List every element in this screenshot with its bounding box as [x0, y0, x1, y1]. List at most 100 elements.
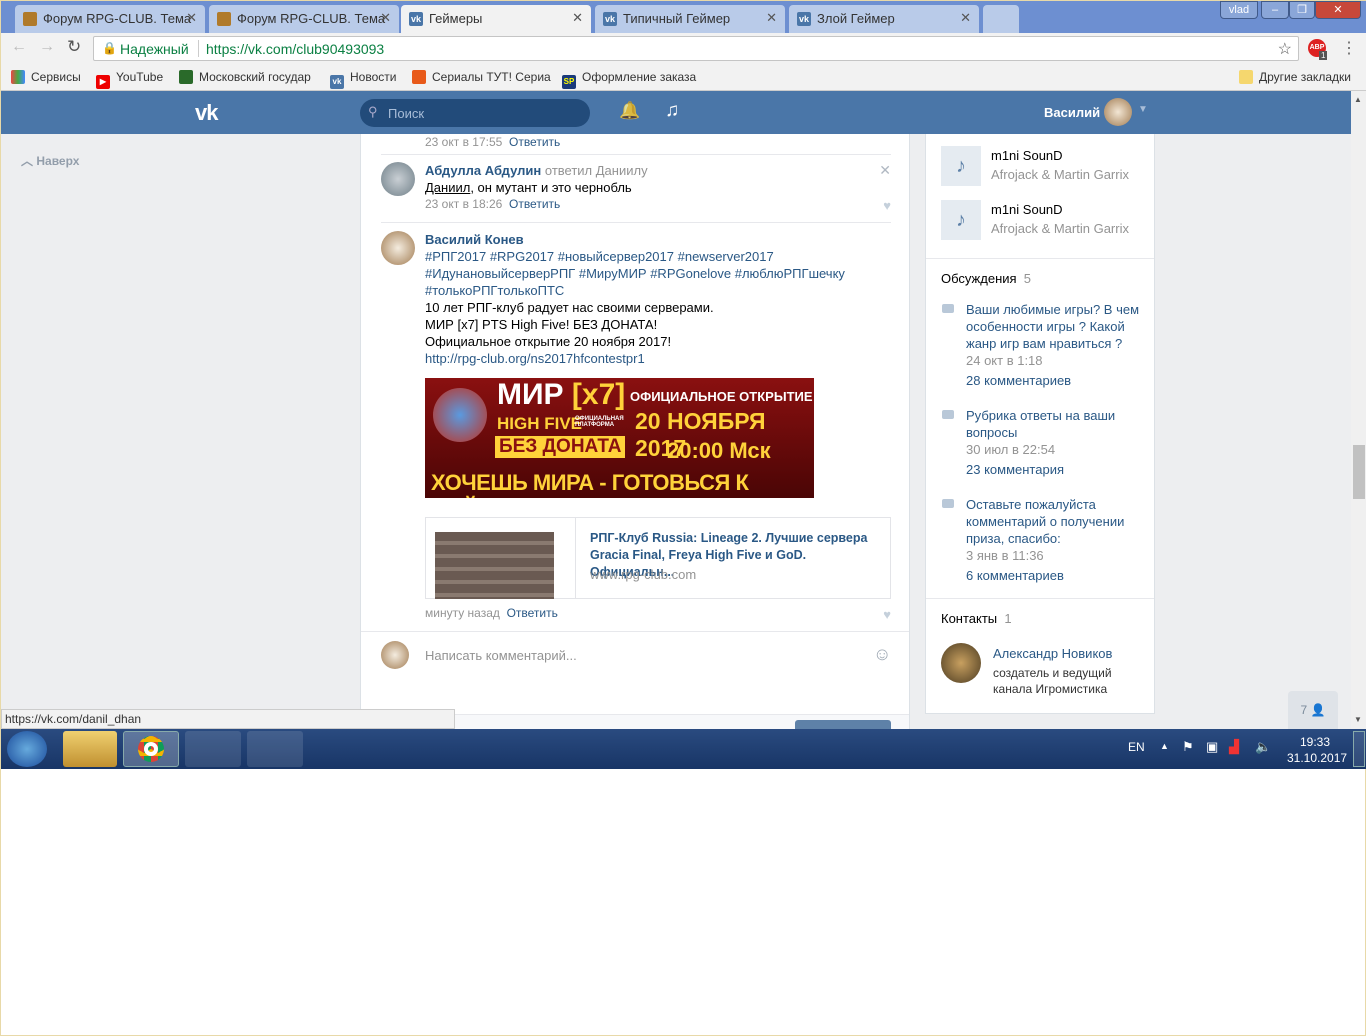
- close-window-button[interactable]: ✕: [1315, 1, 1361, 19]
- banner-opening: ОФИЦИАЛЬНОЕ ОТКРЫТИЕ: [630, 389, 813, 404]
- power-plug-icon[interactable]: ▣: [1206, 739, 1218, 755]
- bookmark-order[interactable]: SP Оформление заказа: [562, 70, 696, 89]
- scrollbar[interactable]: ▲ ▼: [1351, 91, 1366, 729]
- avatar[interactable]: [1104, 98, 1132, 126]
- emoji-icon[interactable]: ☺: [873, 644, 891, 665]
- user-name[interactable]: Василий: [1044, 105, 1100, 120]
- online-friends-button[interactable]: 7 👤: [1288, 691, 1338, 729]
- close-icon[interactable]: ✕: [960, 10, 971, 26]
- discussion-comments[interactable]: 6 комментариев: [966, 567, 1146, 584]
- reply-link[interactable]: Ответить: [509, 197, 560, 211]
- close-icon[interactable]: ✕: [572, 10, 583, 26]
- bookmark-apps[interactable]: Сервисы: [11, 70, 81, 84]
- contacts-header[interactable]: Контакты 1: [941, 611, 1012, 626]
- comment-author[interactable]: Василий Конев: [425, 231, 845, 248]
- discussion-title[interactable]: Рубрика ответы на ваши вопросы: [966, 407, 1126, 441]
- tab-gamers[interactable]: vk Геймеры ✕: [401, 5, 591, 33]
- mention-link[interactable]: Даниил: [425, 180, 470, 195]
- music-note-icon[interactable]: ♪: [941, 146, 981, 186]
- discussion-comments[interactable]: 23 комментария: [966, 461, 1126, 478]
- close-icon[interactable]: ✕: [186, 10, 197, 26]
- tab-angry-gamer[interactable]: vk Злой Геймер ✕: [789, 5, 979, 33]
- restore-button[interactable]: ❐: [1289, 1, 1315, 19]
- other-bookmarks[interactable]: Другие закладки: [1239, 70, 1351, 84]
- comment-abdulin: Абдулла Абдулин ответил Даниилу Даниил, …: [381, 162, 891, 222]
- divider: [575, 518, 576, 598]
- discussions-header[interactable]: Обсуждения 5: [941, 271, 1031, 286]
- volume-icon[interactable]: 🔈: [1255, 739, 1271, 755]
- tab-typical-gamer[interactable]: vk Типичный Геймер ✕: [595, 5, 785, 33]
- language-indicator[interactable]: EN: [1128, 740, 1145, 754]
- banner-image[interactable]: МИР [x7] HIGH FIVE ОФИЦИАЛЬНАЯ ПЛАТФОРМА…: [425, 378, 814, 498]
- forward-icon[interactable]: →: [39, 38, 55, 56]
- vk-logo[interactable]: vk: [195, 100, 219, 126]
- audio-artist[interactable]: Afrojack & Martin Garrix: [991, 221, 1129, 236]
- music-icon[interactable]: ♫: [665, 100, 679, 122]
- clock-date[interactable]: 31.10.2017: [1287, 751, 1347, 765]
- explorer-taskbar-icon[interactable]: [63, 731, 117, 767]
- tab-forum-1[interactable]: Форум RPG-CLUB. Тема ✕: [15, 5, 205, 33]
- discussion-comments[interactable]: 28 комментариев: [966, 372, 1146, 389]
- avatar[interactable]: [381, 231, 415, 265]
- scroll-thumb[interactable]: [1353, 445, 1365, 499]
- link-card[interactable]: РПГ-Клуб Russia: Lineage 2. Лучшие серве…: [425, 517, 891, 599]
- discussion-title[interactable]: Оставьте пожалуйста комментарий о получе…: [966, 496, 1146, 547]
- search-input[interactable]: ⚲ Поиск: [360, 99, 590, 127]
- card-thumbnail: [435, 532, 554, 599]
- contact-name[interactable]: Александр Новиков: [993, 646, 1112, 661]
- action-center-flag-icon[interactable]: ⚑: [1182, 739, 1194, 755]
- hashtags[interactable]: #толькоРПГтолькоПТС: [425, 282, 845, 299]
- close-icon[interactable]: ✕: [766, 10, 777, 26]
- music-note-icon[interactable]: ♪: [941, 200, 981, 240]
- star-icon[interactable]: ☆: [1278, 39, 1292, 59]
- paint-taskbar-icon[interactable]: [247, 731, 303, 767]
- url-text[interactable]: https://vk.com/club90493093: [206, 41, 384, 57]
- bookmark-news[interactable]: vk Новости: [330, 70, 396, 89]
- comment-input[interactable]: Написать комментарий...: [425, 648, 577, 663]
- clock-time[interactable]: 19:33: [1300, 735, 1330, 749]
- bookmark-youtube[interactable]: ▶ YouTube: [96, 70, 163, 89]
- address-bar[interactable]: 🔒 Надежный https://vk.com/club90493093 ☆: [93, 36, 1299, 61]
- tab-forum-2[interactable]: Форум RPG-CLUB. Тема ✕: [209, 5, 399, 33]
- tab-title: Злой Геймер: [817, 11, 895, 26]
- discussion-title[interactable]: Ваши любимые игры? В чем особенности игр…: [966, 301, 1146, 352]
- network-disconnected-icon[interactable]: ▟: [1229, 739, 1239, 755]
- close-icon[interactable]: ✕: [380, 10, 391, 26]
- new-tab-button[interactable]: [983, 5, 1019, 33]
- scroll-down-arrow[interactable]: ▼: [1354, 715, 1362, 724]
- start-button[interactable]: [7, 731, 47, 767]
- reload-icon[interactable]: ↻: [67, 37, 81, 57]
- divider: [198, 40, 199, 57]
- adblock-count: 1: [1319, 51, 1328, 60]
- bell-icon[interactable]: 🔔: [619, 101, 640, 121]
- reply-link[interactable]: Ответить: [507, 606, 558, 620]
- bookmark-msu[interactable]: Московский государ: [179, 70, 311, 84]
- heart-icon[interactable]: ♥: [883, 607, 891, 622]
- notepad-taskbar-icon[interactable]: [185, 731, 241, 767]
- show-desktop-button[interactable]: [1353, 731, 1365, 767]
- minimize-button[interactable]: –: [1261, 1, 1289, 19]
- back-to-top[interactable]: ︿ Наверх: [21, 152, 79, 169]
- chrome-taskbar-icon[interactable]: [123, 731, 179, 767]
- hashtags[interactable]: #ИдунановыйсерверРПГ #МируМИР #RPGonelov…: [425, 265, 845, 282]
- avatar[interactable]: [381, 162, 415, 196]
- back-icon[interactable]: ←: [11, 38, 27, 56]
- send-button[interactable]: [795, 720, 891, 729]
- audio-artist[interactable]: Afrojack & Martin Garrix: [991, 167, 1129, 182]
- contact-avatar[interactable]: [941, 643, 981, 683]
- comment-author[interactable]: Абдулла Абдулин: [425, 163, 541, 178]
- reply-target[interactable]: ответил Даниилу: [545, 163, 648, 178]
- chevron-down-icon[interactable]: ▼: [1138, 104, 1148, 115]
- profile-badge[interactable]: vlad: [1220, 1, 1258, 19]
- scroll-up-arrow[interactable]: ▲: [1354, 95, 1362, 104]
- tray-expand-icon[interactable]: ▲: [1160, 741, 1169, 751]
- reply-link[interactable]: Ответить: [509, 135, 560, 149]
- banner-sub: HIGH FIVE: [497, 414, 583, 433]
- chevron-up-icon: ︿: [21, 154, 34, 168]
- hashtags[interactable]: #РПГ2017 #RPG2017 #новыйсервер2017 #news…: [425, 248, 845, 265]
- close-icon[interactable]: ✕: [879, 162, 891, 179]
- heart-icon[interactable]: ♥: [883, 198, 891, 213]
- menu-icon[interactable]: ⋮: [1341, 38, 1357, 58]
- post-link[interactable]: http://rpg-club.org/ns2017hfcontestpr1: [425, 350, 845, 367]
- bookmark-serials[interactable]: Сериалы ТУТ! Сериа: [412, 70, 551, 84]
